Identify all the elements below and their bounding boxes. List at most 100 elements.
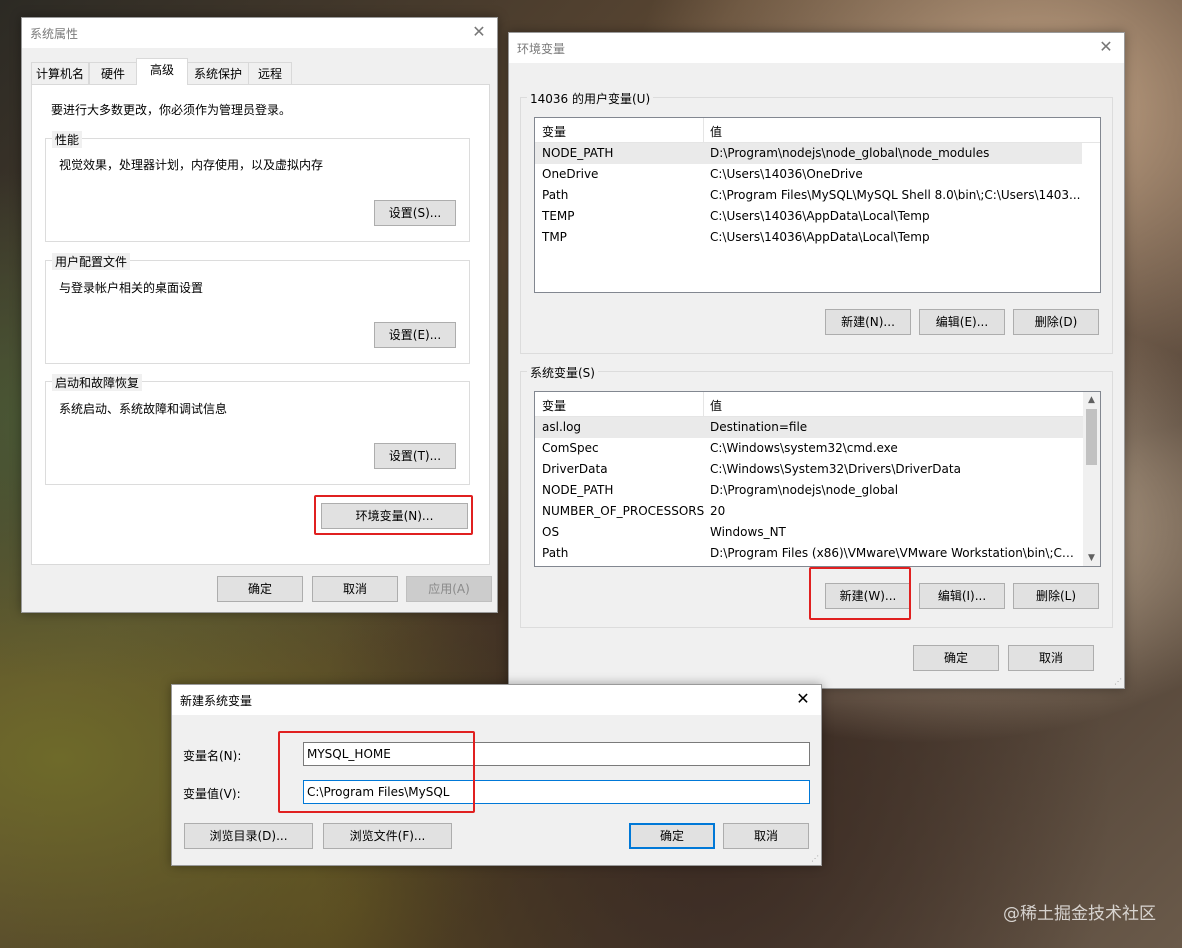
vertical-scrollbar[interactable]: ▲ ▼ [1083, 392, 1100, 566]
window-title: 环境变量 [517, 42, 566, 56]
row-value: C:\Users\14036\OneDrive [710, 167, 863, 181]
window-title: 新建系统变量 [180, 694, 253, 708]
tab-system-protection[interactable]: 系统保护 [187, 62, 249, 84]
table-row[interactable]: NODE_PATH D:\Program\nodejs\node_global\… [535, 143, 1082, 164]
tab-computer-name[interactable]: 计算机名 [31, 62, 89, 84]
user-variables-group: 14036 的用户变量(U) 变量 值 NODE_PATH D:\Program… [520, 90, 1113, 354]
row-variable: Path [542, 546, 569, 560]
user-delete-button[interactable]: 删除(D) [1013, 309, 1099, 335]
table-row[interactable]: NODE_PATH D:\Program\nodejs\node_global [535, 480, 1083, 501]
row-variable: NODE_PATH [542, 483, 614, 497]
column-separator[interactable] [703, 392, 704, 416]
startup-recovery-desc: 系统启动、系统故障和调试信息 [59, 402, 228, 416]
user-edit-button[interactable]: 编辑(E)... [919, 309, 1005, 335]
system-variables-group: 系统变量(S) 变量 值 asl.log Destination=file Co… [520, 364, 1113, 628]
system-edit-button[interactable]: 编辑(I)... [919, 583, 1005, 609]
user-variables-label: 14036 的用户变量(U) [527, 90, 654, 107]
close-icon[interactable]: ✕ [1098, 39, 1114, 55]
system-new-button[interactable]: 新建(W)... [825, 583, 911, 609]
list-header: 变量 值 [535, 118, 1100, 143]
environment-variables-button[interactable]: 环境变量(N)... [321, 503, 468, 529]
tab-strip: 计算机名 硬件 高级 系统保护 远程 [31, 58, 491, 86]
table-row[interactable]: TMP C:\Users\14036\AppData\Local\Temp [535, 227, 1082, 248]
row-value: Windows_NT [710, 525, 786, 539]
row-variable: TEMP [542, 209, 575, 223]
browse-file-button[interactable]: 浏览文件(F)... [323, 823, 452, 849]
column-variable[interactable]: 变量 [542, 397, 566, 414]
table-row[interactable]: NUMBER_OF_PROCESSORS 20 [535, 501, 1083, 522]
user-new-button[interactable]: 新建(N)... [825, 309, 911, 335]
column-separator[interactable] [703, 118, 704, 142]
row-variable: Path [542, 188, 569, 202]
variable-value-field[interactable]: C:\Program Files\MySQL [303, 780, 810, 804]
row-value: C:\Users\14036\AppData\Local\Temp [710, 209, 930, 223]
user-profiles-group: 用户配置文件 与登录帐户相关的桌面设置 设置(E)... [45, 253, 470, 364]
admin-note: 要进行大多数更改，你必须作为管理员登录。 [51, 103, 292, 117]
system-properties-window: 系统属性 ✕ 计算机名 硬件 高级 系统保护 远程 要进行大多数更改，你必须作为… [21, 17, 498, 613]
cancel-button[interactable]: 取消 [723, 823, 809, 849]
table-row[interactable]: Path C:\Program Files\MySQL\MySQL Shell … [535, 185, 1082, 206]
startup-recovery-settings-button[interactable]: 设置(T)... [374, 443, 456, 469]
advanced-tab-panel: 要进行大多数更改，你必须作为管理员登录。 性能 视觉效果，处理器计划，内存使用，… [31, 84, 490, 565]
table-row[interactable]: DriverData C:\Windows\System32\Drivers\D… [535, 459, 1083, 480]
apply-button[interactable]: 应用(A) [406, 576, 492, 602]
cancel-button[interactable]: 取消 [1008, 645, 1094, 671]
column-variable[interactable]: 变量 [542, 123, 566, 140]
row-value: C:\Windows\system32\cmd.exe [710, 441, 898, 455]
user-profiles-settings-button[interactable]: 设置(E)... [374, 322, 456, 348]
browse-directory-button[interactable]: 浏览目录(D)... [184, 823, 313, 849]
ok-button[interactable]: 确定 [629, 823, 715, 849]
row-value: D:\Program\nodejs\node_global\node_modul… [710, 146, 990, 160]
variable-name-field[interactable]: MYSQL_HOME [303, 742, 810, 766]
tab-advanced[interactable]: 高级 [136, 58, 188, 85]
system-variables-label: 系统变量(S) [527, 364, 598, 381]
row-value: C:\Users\14036\AppData\Local\Temp [710, 230, 930, 244]
watermark: @稀土掘金技术社区 [1003, 904, 1156, 924]
list-header: 变量 值 [535, 392, 1100, 417]
system-variables-list[interactable]: 变量 值 asl.log Destination=file ComSpec C:… [534, 391, 1101, 567]
column-value[interactable]: 值 [710, 397, 722, 414]
tab-remote[interactable]: 远程 [248, 62, 292, 84]
startup-recovery-label: 启动和故障恢复 [52, 374, 143, 391]
startup-recovery-group: 启动和故障恢复 系统启动、系统故障和调试信息 设置(T)... [45, 374, 470, 485]
column-value[interactable]: 值 [710, 123, 722, 140]
resize-grip-icon[interactable]: ⋰ [811, 854, 819, 863]
close-icon[interactable]: ✕ [795, 691, 811, 707]
table-row[interactable]: OneDrive C:\Users\14036\OneDrive [535, 164, 1082, 185]
table-row[interactable]: Path D:\Program Files (x86)\VMware\VMwar… [535, 543, 1083, 564]
ok-button[interactable]: 确定 [913, 645, 999, 671]
scroll-up-icon[interactable]: ▲ [1083, 392, 1100, 408]
row-variable: ComSpec [542, 441, 599, 455]
row-variable: OS [542, 525, 560, 539]
table-row[interactable]: TEMP C:\Users\14036\AppData\Local\Temp [535, 206, 1082, 227]
performance-label: 性能 [52, 131, 83, 148]
title-bar[interactable]: 环境变量 ✕ [509, 33, 1124, 63]
title-bar[interactable]: 新建系统变量 ✕ [172, 685, 821, 715]
scroll-down-icon[interactable]: ▼ [1083, 550, 1100, 566]
row-value: D:\Program Files (x86)\VMware\VMware Wor… [710, 546, 1076, 560]
row-variable: NUMBER_OF_PROCESSORS [542, 504, 705, 518]
title-bar[interactable]: 系统属性 ✕ [22, 18, 497, 48]
cancel-button[interactable]: 取消 [312, 576, 398, 602]
row-variable: asl.log [542, 420, 582, 434]
row-value: C:\Program Files\MySQL\MySQL Shell 8.0\b… [710, 188, 1081, 202]
row-variable: DriverData [542, 462, 608, 476]
tab-hardware[interactable]: 硬件 [89, 62, 137, 84]
row-variable: TMP [542, 230, 567, 244]
table-row[interactable]: ComSpec C:\Windows\system32\cmd.exe [535, 438, 1083, 459]
system-delete-button[interactable]: 删除(L) [1013, 583, 1099, 609]
performance-settings-button[interactable]: 设置(S)... [374, 200, 456, 226]
table-row[interactable]: asl.log Destination=file [535, 417, 1083, 438]
table-row[interactable]: OS Windows_NT [535, 522, 1083, 543]
performance-group: 性能 视觉效果，处理器计划，内存使用，以及虚拟内存 设置(S)... [45, 131, 470, 242]
close-icon[interactable]: ✕ [471, 24, 487, 40]
resize-grip-icon[interactable]: ⋰ [1114, 677, 1122, 686]
row-variable: OneDrive [542, 167, 599, 181]
user-profiles-desc: 与登录帐户相关的桌面设置 [59, 281, 204, 295]
ok-button[interactable]: 确定 [217, 576, 303, 602]
scroll-thumb[interactable] [1086, 409, 1097, 465]
row-value: D:\Program\nodejs\node_global [710, 483, 899, 497]
user-variables-list[interactable]: 变量 值 NODE_PATH D:\Program\nodejs\node_gl… [534, 117, 1101, 293]
row-value: 20 [710, 504, 726, 518]
new-system-variable-dialog: 新建系统变量 ✕ 变量名(N): MYSQL_HOME 变量值(V): C:\P… [171, 684, 822, 866]
